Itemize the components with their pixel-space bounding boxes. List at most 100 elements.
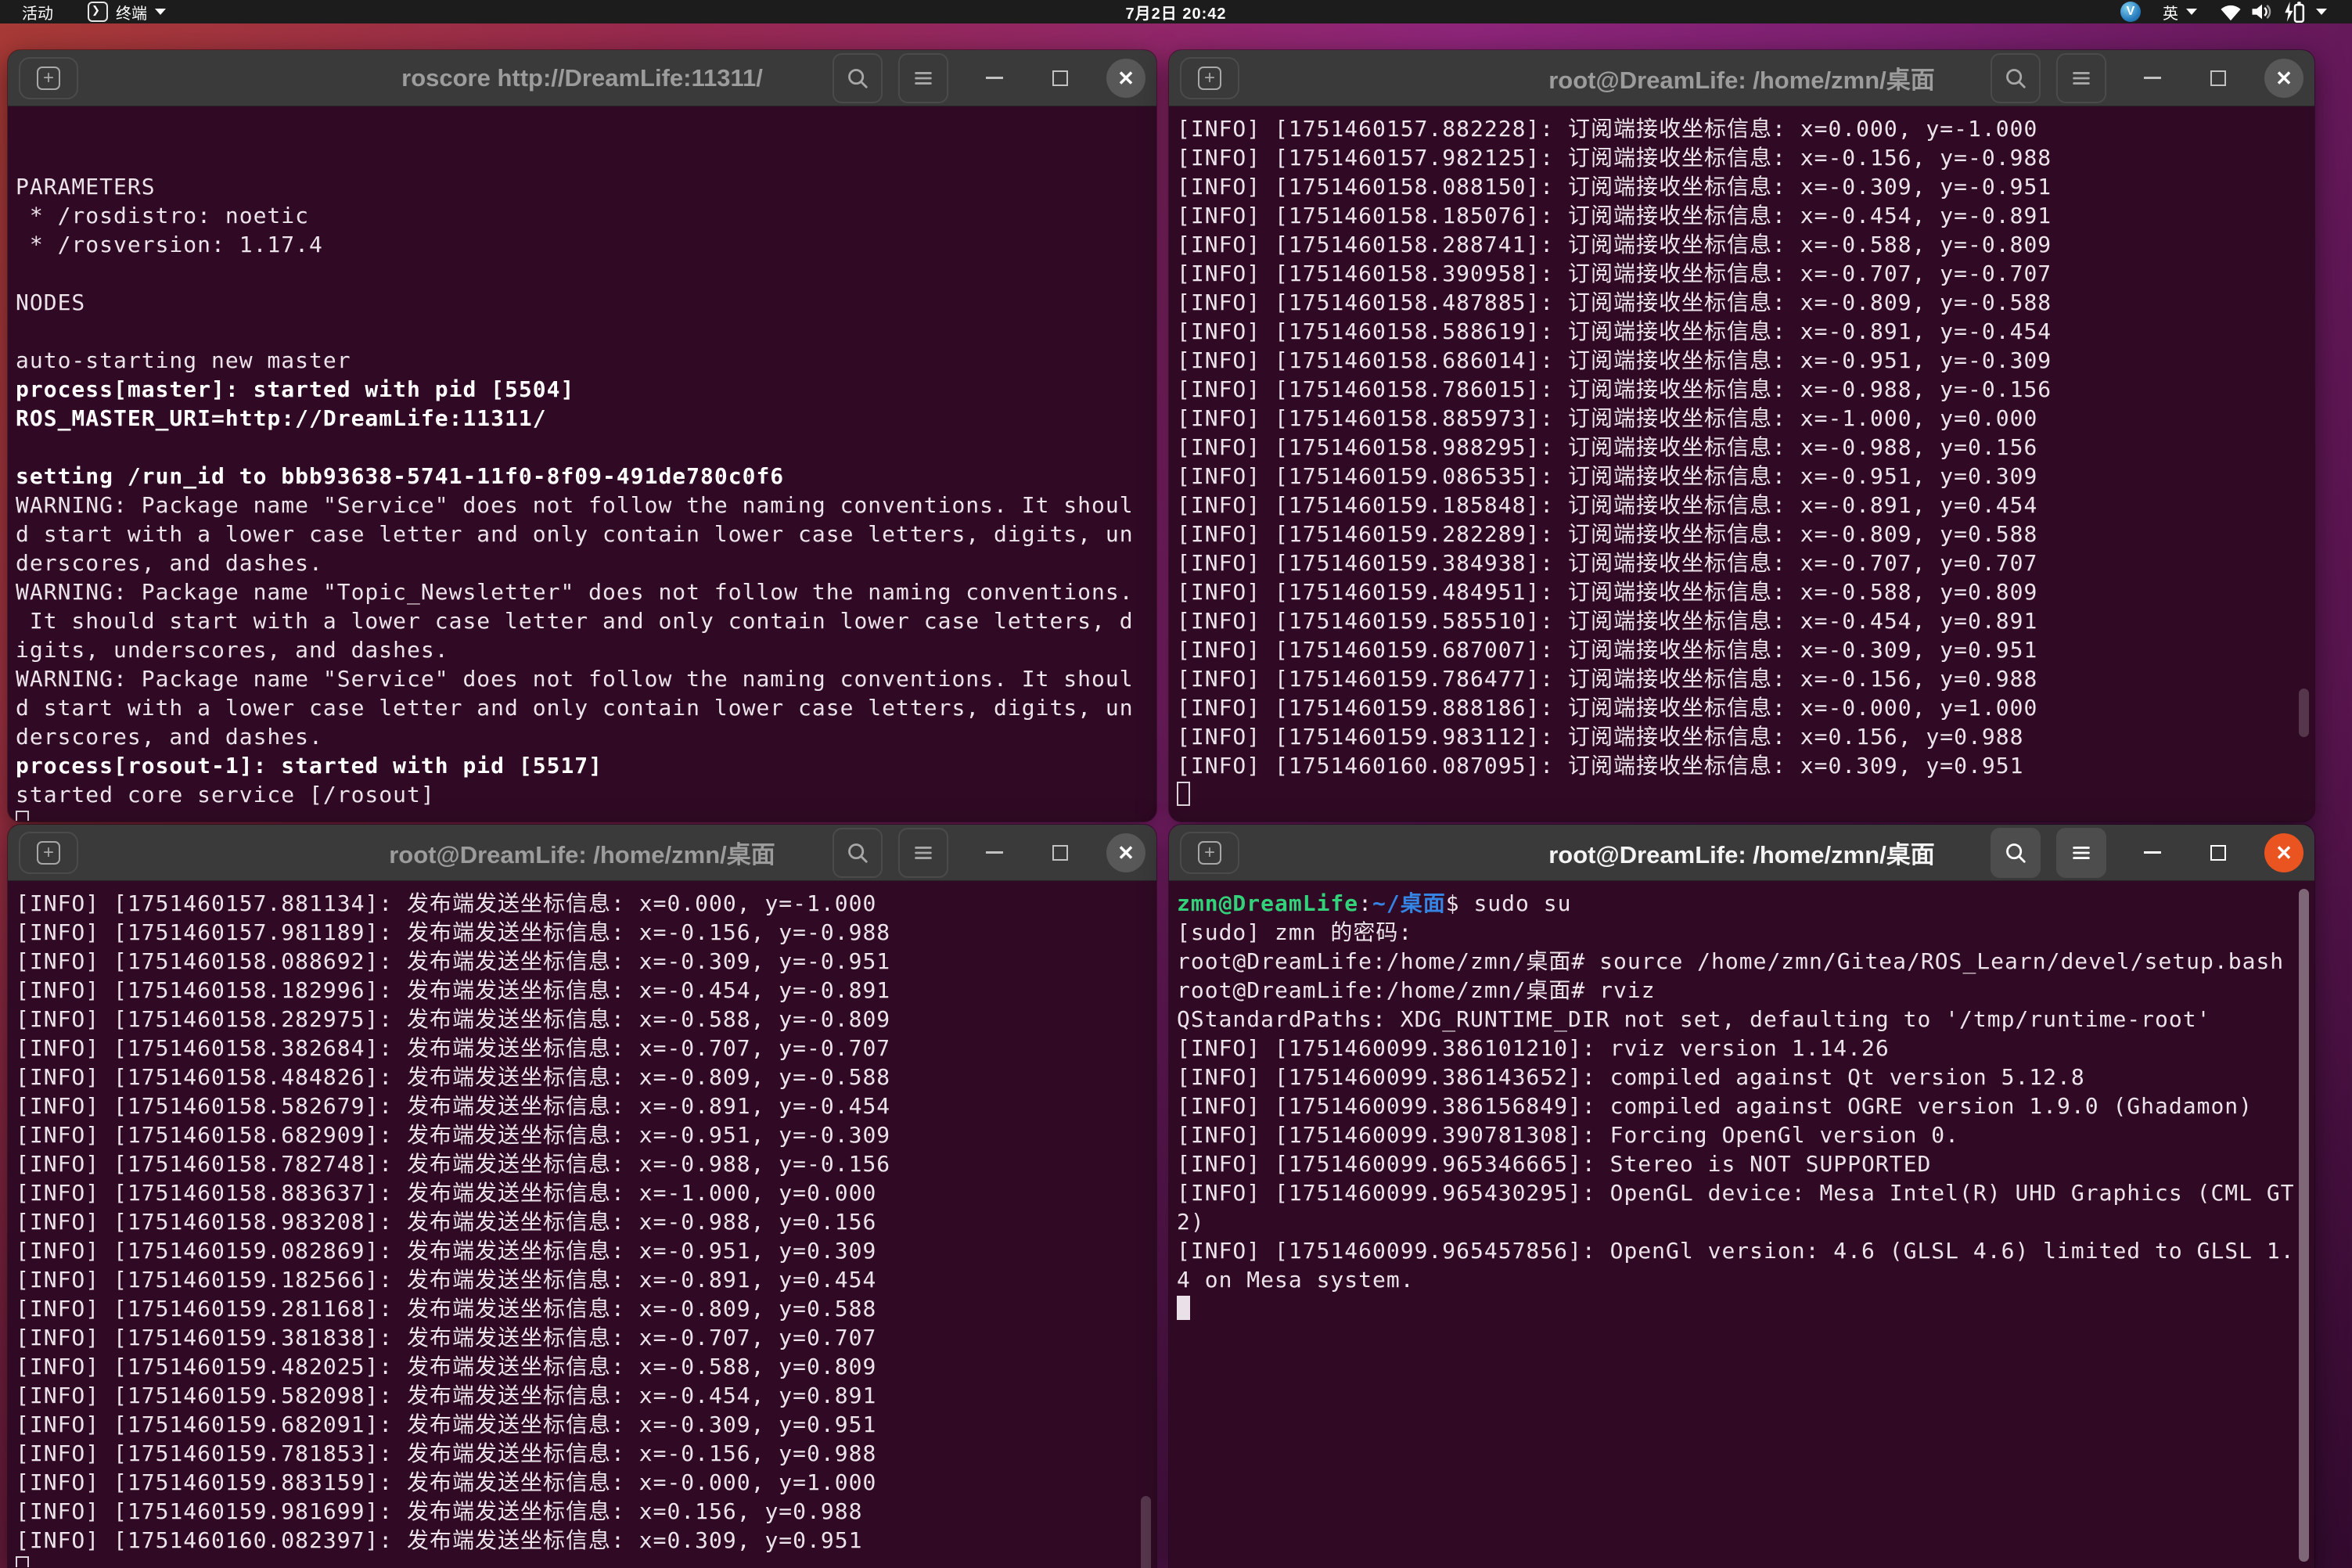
new-tab-button[interactable]: +	[19, 832, 78, 874]
terminal-line: [INFO] [1751460099.965457856]: OpenGl ve…	[1177, 1236, 2314, 1265]
terminal-line: ROS_MASTER_URI=http://DreamLife:11311/	[16, 404, 1156, 433]
new-tab-button[interactable]: +	[1180, 57, 1239, 99]
terminal-line: [INFO] [1751460158.988295]: 订阅端接收坐标信息: x…	[1177, 433, 2314, 462]
search-button[interactable]	[833, 828, 883, 878]
close-button[interactable]: ✕	[1106, 833, 1145, 872]
terminal-line: [INFO] [1751460159.082869]: 发布端发送坐标信息: x…	[16, 1236, 1156, 1265]
terminal-line	[16, 259, 1156, 288]
terminal-window-publisher: + root@DreamLife: /home/zmn/桌面 ✕ [INFO] …	[8, 825, 1156, 1568]
text-cursor	[1177, 782, 1190, 806]
terminal-line: WARNING: Package name "Service" does not…	[16, 664, 1156, 693]
chevron-down-icon	[2316, 9, 2327, 15]
terminal-cursor-line	[16, 809, 1156, 821]
terminal-cursor-line	[16, 1555, 1156, 1567]
terminal-output-shell[interactable]: zmn@DreamLife:~/桌面$ sudo su[sudo] zmn 的密…	[1169, 881, 2314, 1567]
minimize-button[interactable]	[975, 833, 1014, 872]
terminal-output-roscore[interactable]: PARAMETERS * /rosdistro: noetic * /rosve…	[8, 106, 1156, 821]
terminal-line: [INFO] [1751460157.882228]: 订阅端接收坐标信息: x…	[1177, 114, 2314, 143]
window-title: root@DreamLife: /home/zmn/桌面	[389, 835, 775, 870]
scrollbar-thumb[interactable]	[1141, 1496, 1151, 1568]
window-title: root@DreamLife: /home/zmn/桌面	[1548, 60, 1935, 95]
close-button[interactable]: ✕	[2264, 833, 2303, 872]
top-bar-left: 活动 终端	[0, 0, 2120, 23]
maximize-button[interactable]	[1041, 833, 1080, 872]
window-controls: ✕	[1991, 828, 2303, 878]
terminal-line: [sudo] zmn 的密码:	[1177, 918, 2314, 947]
terminal-line: [INFO] [1751460158.885973]: 订阅端接收坐标信息: x…	[1177, 404, 2314, 433]
scrollbar-thumb[interactable]	[2299, 889, 2309, 1562]
terminal-line: NODES	[16, 288, 1156, 317]
terminal-output-subscriber[interactable]: [INFO] [1751460157.882228]: 订阅端接收坐标信息: x…	[1169, 106, 2314, 821]
chevron-down-icon	[2186, 9, 2197, 15]
terminal-line: [INFO] [1751460159.981699]: 发布端发送坐标信息: x…	[16, 1497, 1156, 1526]
titlebar[interactable]: + roscore http://DreamLife:11311/ ✕	[8, 50, 1156, 106]
terminal-line: igits, underscores, and dashes.	[16, 635, 1156, 664]
terminal-line: root@DreamLife:/home/zmn/桌面# source /hom…	[1177, 947, 2314, 976]
menu-button[interactable]	[2056, 53, 2106, 103]
system-menu-button[interactable]	[2219, 0, 2327, 23]
terminal-cursor-line	[1177, 1294, 2314, 1323]
terminal-line: [INFO] [1751460157.982125]: 订阅端接收坐标信息: x…	[1177, 143, 2314, 172]
titlebar[interactable]: + root@DreamLife: /home/zmn/桌面 ✕	[8, 825, 1156, 881]
minimize-button[interactable]	[975, 59, 1014, 98]
close-icon: ✕	[1117, 843, 1135, 863]
search-button[interactable]	[1991, 828, 2041, 878]
search-button[interactable]	[1991, 53, 2041, 103]
terminal-line: * /rosdistro: noetic	[16, 201, 1156, 230]
terminal-output-publisher[interactable]: [INFO] [1751460157.881134]: 发布端发送坐标信息: x…	[8, 881, 1156, 1567]
menu-button[interactable]	[898, 828, 948, 878]
terminal-line: [INFO] [1751460158.282975]: 发布端发送坐标信息: x…	[16, 1005, 1156, 1034]
terminal-line: [INFO] [1751460159.086535]: 订阅端接收坐标信息: x…	[1177, 462, 2314, 491]
maximize-button[interactable]	[1041, 59, 1080, 98]
system-status-area: V 英	[2120, 0, 2352, 23]
scrollbar-thumb[interactable]	[2299, 689, 2309, 737]
close-icon: ✕	[2275, 843, 2293, 863]
close-button[interactable]: ✕	[1106, 59, 1145, 98]
minimize-button[interactable]	[2133, 833, 2172, 872]
terminal-line: [INFO] [1751460159.687007]: 订阅端接收坐标信息: x…	[1177, 635, 2314, 664]
maximize-button[interactable]	[2199, 833, 2238, 872]
input-source-button[interactable]: 英	[2163, 0, 2197, 23]
terminal-line: [INFO] [1751460159.883159]: 发布端发送坐标信息: x…	[16, 1468, 1156, 1497]
maximize-icon	[2210, 845, 2226, 861]
titlebar[interactable]: + root@DreamLife: /home/zmn/桌面 ✕	[1169, 50, 2314, 106]
terminal-line: [INFO] [1751460158.182996]: 发布端发送坐标信息: x…	[16, 976, 1156, 1005]
titlebar[interactable]: + root@DreamLife: /home/zmn/桌面 ✕	[1169, 825, 2314, 881]
window-controls: ✕	[833, 828, 1145, 878]
terminal-line: auto-starting new master	[16, 346, 1156, 375]
minimize-icon	[2144, 77, 2161, 79]
maximize-icon	[1052, 70, 1068, 86]
menu-button[interactable]	[898, 53, 948, 103]
menu-button[interactable]	[2056, 828, 2106, 878]
battery-charging-icon	[2282, 1, 2308, 23]
terminal-window-shell: + root@DreamLife: /home/zmn/桌面 ✕ zmn@Dre…	[1169, 825, 2314, 1568]
search-button[interactable]	[833, 53, 883, 103]
terminal-line: [INFO] [1751460099.390781308]: Forcing O…	[1177, 1120, 2314, 1149]
terminal-line: [INFO] [1751460157.981189]: 发布端发送坐标信息: x…	[16, 918, 1156, 947]
ime-badge-icon[interactable]: V	[2120, 2, 2141, 22]
terminal-line: derscores, and dashes.	[16, 722, 1156, 751]
text-cursor	[16, 811, 29, 821]
minimize-button[interactable]	[2133, 59, 2172, 98]
terminal-line: WARNING: Package name "Service" does not…	[16, 491, 1156, 520]
terminal-line: [INFO] [1751460159.582098]: 发布端发送坐标信息: x…	[16, 1381, 1156, 1410]
maximize-button[interactable]	[2199, 59, 2238, 98]
close-button[interactable]: ✕	[2264, 59, 2303, 98]
terminal-line: [INFO] [1751460160.082397]: 发布端发送坐标信息: x…	[16, 1526, 1156, 1555]
terminal-line: [INFO] [1751460159.185848]: 订阅端接收坐标信息: x…	[1177, 491, 2314, 520]
terminal-line: [INFO] [1751460158.088150]: 订阅端接收坐标信息: x…	[1177, 172, 2314, 201]
terminal-line: zmn@DreamLife:~/桌面$ sudo su	[1177, 889, 2314, 918]
new-tab-button[interactable]: +	[19, 57, 78, 99]
top-bar: 活动 终端 7月2日 20:42 V 英	[0, 0, 2352, 23]
clock-button[interactable]: 7月2日 20:42	[1126, 0, 1227, 23]
focused-app-menu[interactable]: 终端	[88, 0, 166, 23]
terminal-line: [INFO] [1751460158.883637]: 发布端发送坐标信息: x…	[16, 1178, 1156, 1207]
minimize-icon	[2144, 851, 2161, 854]
activities-button[interactable]: 活动	[22, 0, 53, 23]
terminal-line: WARNING: Package name "Topic_Newsletter"…	[16, 577, 1156, 606]
plus-icon: +	[37, 841, 60, 865]
text-cursor	[1177, 1296, 1190, 1320]
terminal-line: [INFO] [1751460158.682909]: 发布端发送坐标信息: x…	[16, 1120, 1156, 1149]
terminal-cursor-line	[1177, 780, 2314, 809]
new-tab-button[interactable]: +	[1180, 832, 1239, 874]
